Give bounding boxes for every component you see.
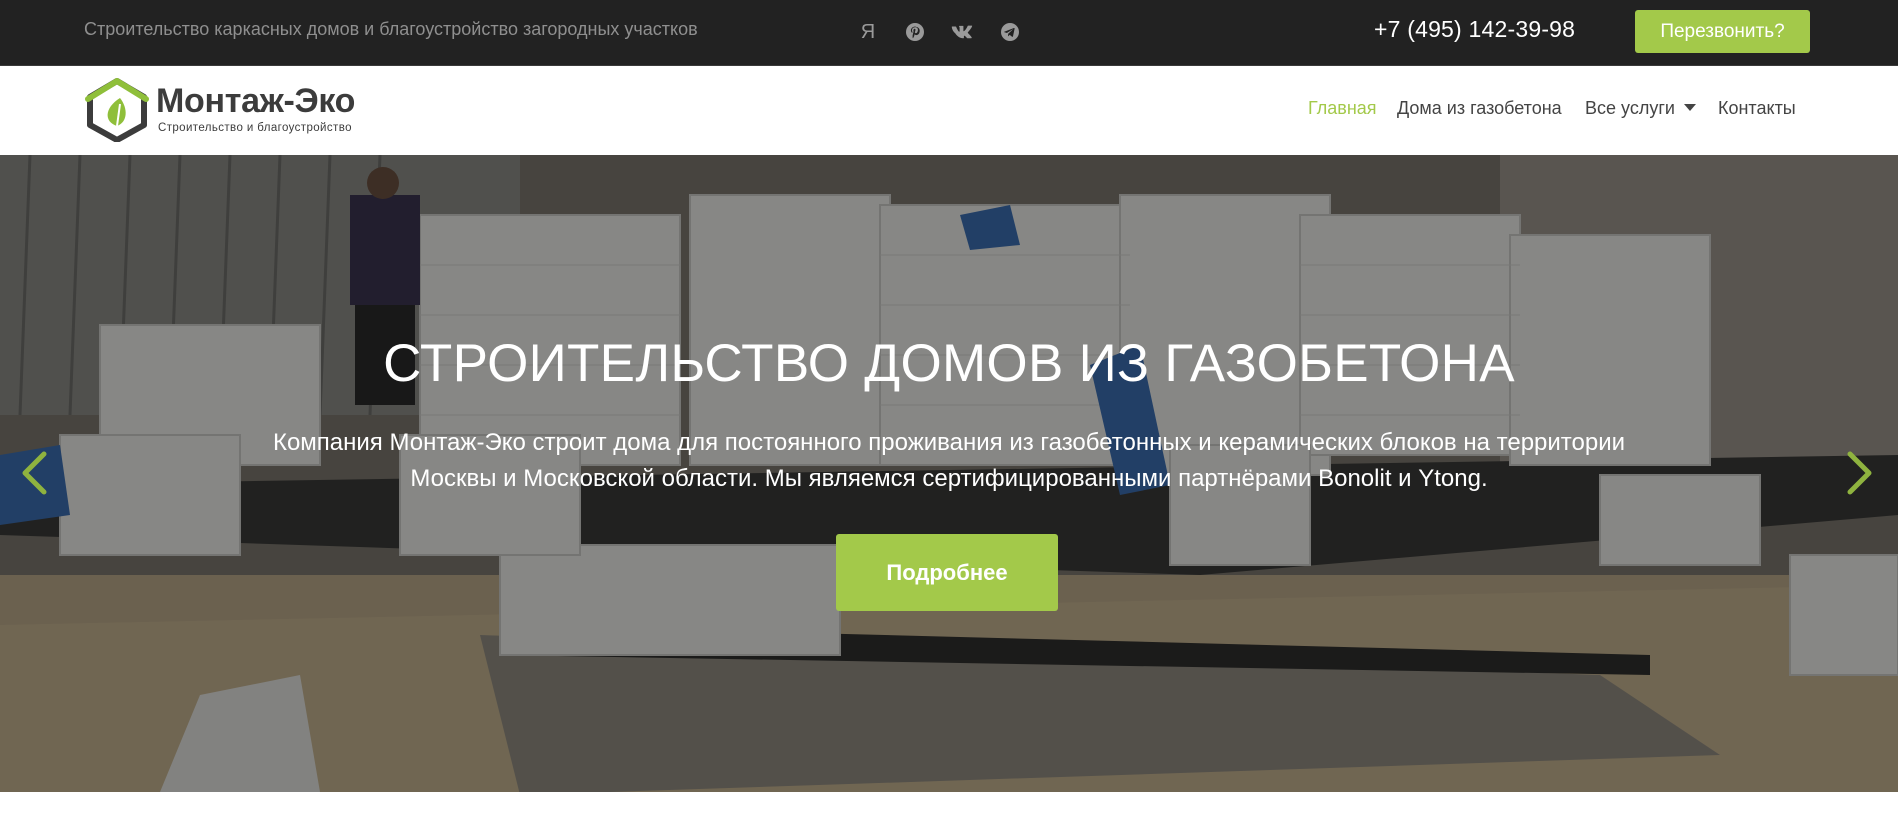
hero-slider: СТРОИТЕЛЬСТВО ДОМОВ ИЗ ГАЗОБЕТОНА Компан… xyxy=(0,155,1898,792)
hero-title: СТРОИТЕЛЬСТВО ДОМОВ ИЗ ГАЗОБЕТОНА xyxy=(383,334,1515,393)
caret-down-icon xyxy=(1683,104,1696,111)
chevron-left-icon[interactable] xyxy=(14,445,54,501)
chevron-right-icon[interactable] xyxy=(1840,445,1880,501)
more-button[interactable]: Подробнее xyxy=(836,534,1058,611)
yandex-icon[interactable]: Я xyxy=(855,19,881,45)
nav-item-contacts[interactable]: Контакты xyxy=(1718,98,1796,119)
nav-item-all-services[interactable]: Все услуги xyxy=(1585,98,1696,119)
house-leaf-logo-icon xyxy=(85,78,149,142)
vk-icon[interactable] xyxy=(949,19,975,45)
phone-number[interactable]: +7 (495) 142-39-98 xyxy=(1374,16,1575,43)
topbar-tagline: Строительство каркасных домов и благоуст… xyxy=(84,19,698,39)
top-bar: Строительство каркасных домов и благоуст… xyxy=(0,0,1898,66)
yandex-glyph: Я xyxy=(860,20,876,43)
nav-item-home[interactable]: Главная xyxy=(1308,98,1377,119)
telegram-icon[interactable] xyxy=(997,19,1023,45)
site-header: Монтаж-Эко Строительство и благоустройст… xyxy=(0,66,1898,155)
logo-slogan: Строительство и благоустройство xyxy=(158,122,352,134)
nav-item-gas-concrete-houses[interactable]: Дома из газобетона xyxy=(1397,98,1562,119)
pinterest-icon[interactable] xyxy=(902,19,928,45)
logo-name: Монтаж-Эко xyxy=(156,82,356,120)
hero-description: Компания Монтаж-Эко строит дома для пост… xyxy=(272,429,1626,492)
callback-button[interactable]: Перезвонить? xyxy=(1635,10,1810,53)
nav-item-all-services-label: Все услуги xyxy=(1585,98,1675,118)
logo[interactable]: Монтаж-Эко Строительство и благоустройст… xyxy=(84,78,384,142)
page-content-start xyxy=(0,792,1898,819)
